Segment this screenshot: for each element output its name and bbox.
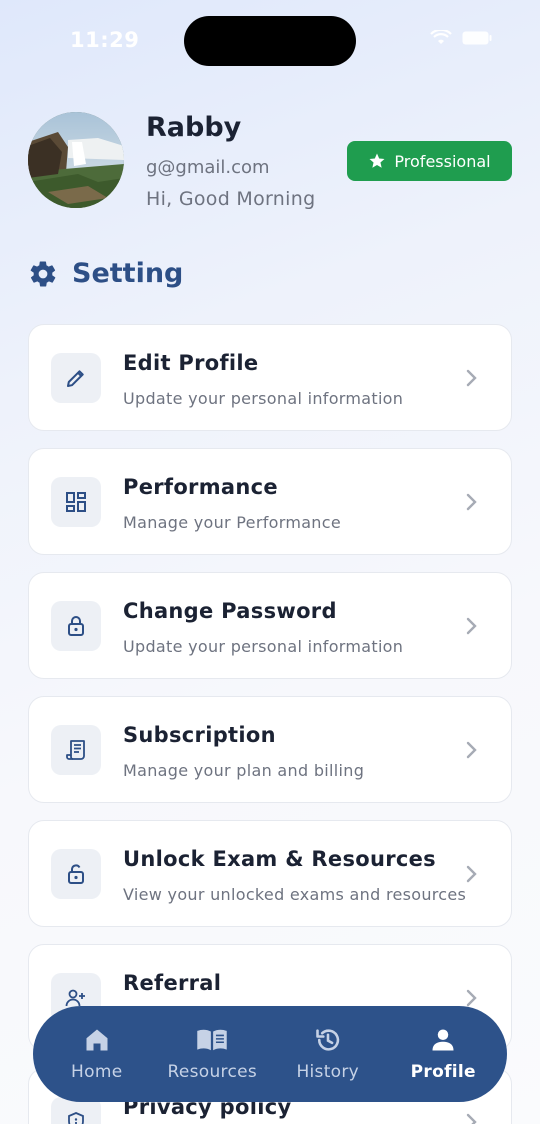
nav-item-history[interactable]: History <box>273 1026 383 1082</box>
profile-email: g@gmail.com <box>146 157 270 178</box>
menu-item-edit-profile[interactable]: Edit Profile Update your personal inform… <box>28 324 512 431</box>
star-icon <box>369 153 385 168</box>
dynamic-island <box>184 16 356 66</box>
avatar[interactable] <box>28 112 124 208</box>
dashboard-icon <box>51 477 101 527</box>
nav-label: History <box>296 1062 360 1082</box>
battery-icon <box>462 31 492 45</box>
chevron-right-icon <box>466 865 477 883</box>
nav-item-profile[interactable]: Profile <box>388 1026 498 1082</box>
menu-item-unlock-exam[interactable]: Unlock Exam & Resources View your unlock… <box>28 820 512 927</box>
menu-item-title: Subscription <box>123 723 276 747</box>
pencil-icon <box>51 353 101 403</box>
bottom-nav: Home Resources History Profile <box>33 1006 507 1102</box>
chevron-right-icon <box>466 369 477 387</box>
section-title: Setting <box>28 258 183 289</box>
plan-badge: Professional <box>347 141 512 181</box>
chevron-right-icon <box>466 989 477 1007</box>
menu-item-subtitle: Manage your plan and billing <box>123 761 365 780</box>
menu-item-title: Change Password <box>123 599 337 623</box>
section-title-label: Setting <box>72 258 184 289</box>
person-icon <box>432 1029 454 1051</box>
menu-item-subtitle: Update your personal information <box>123 389 404 408</box>
menu-item-title: Referral <box>123 971 222 995</box>
history-icon <box>315 1029 339 1051</box>
menu-item-subtitle: Manage your Performance <box>123 513 341 532</box>
chevron-right-icon <box>466 741 477 759</box>
home-icon <box>86 1029 108 1051</box>
profile-greeting: Hi, Good Morning <box>146 188 316 210</box>
gear-icon <box>30 260 56 287</box>
status-time: 11:29 <box>70 28 140 52</box>
book-icon <box>197 1029 227 1051</box>
bottom-safe-area <box>0 1124 540 1140</box>
chevron-right-icon <box>466 493 477 511</box>
status-bar: 11:29 <box>0 0 540 80</box>
profile-name: Rabby <box>146 112 242 143</box>
menu-item-subtitle: Update your personal information <box>123 637 404 656</box>
menu-item-title: Performance <box>123 475 278 499</box>
menu-item-subtitle: View your unlocked exams and resources <box>123 885 467 904</box>
nav-label: Profile <box>410 1062 476 1082</box>
wifi-icon <box>430 30 452 44</box>
chevron-right-icon <box>466 617 477 635</box>
plan-badge-label: Professional <box>394 151 491 171</box>
menu-item-title: Edit Profile <box>123 351 259 375</box>
menu-item-title: Unlock Exam & Resources <box>123 847 436 871</box>
profile-header: Rabby g@gmail.com Hi, Good Morning Profe… <box>28 112 512 222</box>
receipt-icon <box>51 725 101 775</box>
unlock-icon <box>51 849 101 899</box>
status-icons <box>430 30 492 46</box>
nav-item-home[interactable]: Home <box>42 1026 152 1082</box>
nav-item-resources[interactable]: Resources <box>157 1026 267 1082</box>
menu-item-change-password[interactable]: Change Password Update your personal inf… <box>28 572 512 679</box>
nav-label: Resources <box>167 1062 258 1082</box>
nav-label: Home <box>71 1062 123 1082</box>
menu-item-performance[interactable]: Performance Manage your Performance <box>28 448 512 555</box>
menu-item-subscription[interactable]: Subscription Manage your plan and billin… <box>28 696 512 803</box>
lock-icon <box>51 601 101 651</box>
